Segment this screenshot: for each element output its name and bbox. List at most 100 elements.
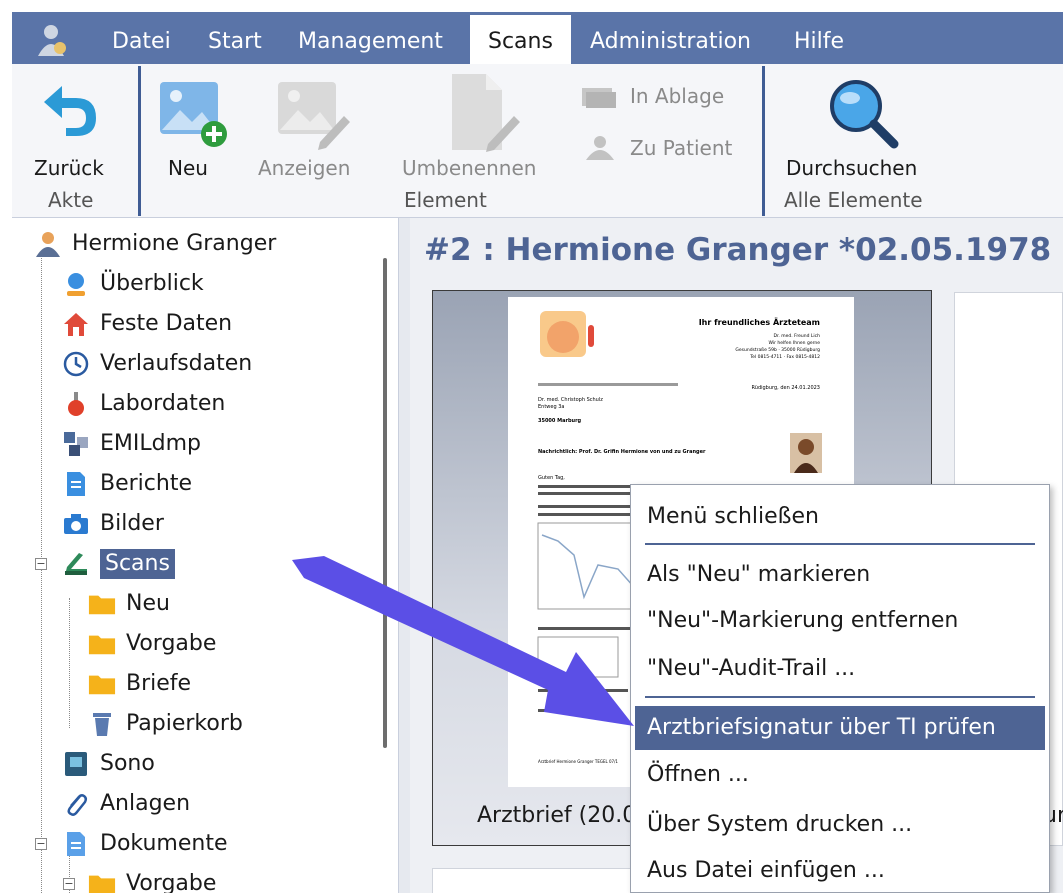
open-item[interactable]: Öffnen ...	[635, 753, 1045, 797]
to-storage-label: In Ablage	[630, 84, 725, 108]
tree-item-label: Sono	[100, 751, 155, 776]
search-label: Durchsuchen	[786, 156, 918, 180]
tree-item-label: Vorgabe	[126, 631, 217, 656]
mark-new-item[interactable]: Als "Neu" markieren	[635, 553, 1045, 597]
thumbnail-caption: Arztbrief (20.0	[477, 803, 637, 828]
ribbon-toolbar: Zurück Akte Neu Anzeigen Umbenennen Elem…	[12, 64, 1063, 218]
new-audit-trail-item[interactable]: "Neu"-Audit-Trail ...	[635, 647, 1045, 691]
tree-item-papierkorb[interactable]: Papierkorb	[88, 706, 243, 742]
patient-title: #2 : Hermione Granger *02.05.1978 (4	[424, 232, 1063, 268]
tree-guide	[41, 252, 42, 893]
menu-start[interactable]: Start	[208, 28, 262, 56]
tree-item-berichte[interactable]: Berichte	[62, 466, 192, 502]
tree-item-bilder[interactable]: Bilder	[62, 506, 164, 542]
ribbon-separator	[762, 66, 765, 216]
tree-item-label: Neu	[126, 591, 170, 616]
insert-from-file-item[interactable]: Aus Datei einfügen ...	[635, 849, 1045, 893]
house-icon	[62, 310, 90, 338]
panel-splitter[interactable]	[398, 218, 410, 893]
menu-hilfe[interactable]: Hilfe	[794, 28, 844, 56]
to-patient-label: Zu Patient	[630, 136, 733, 160]
back-label: Zurück	[34, 156, 104, 180]
menu-close-item[interactable]: Menü schließen	[635, 495, 1045, 539]
menu-scans[interactable]: Scans	[470, 15, 571, 64]
tree-scrollbar[interactable]	[383, 258, 387, 748]
menu-separator	[645, 696, 1035, 698]
tree-item-label: Bilder	[100, 511, 164, 536]
doc-address-line: Dr. med. Freund Lich	[774, 333, 821, 339]
group-akte-label: Akte	[48, 188, 94, 212]
tree-item-scans-neu[interactable]: Neu	[88, 586, 170, 622]
folder-icon	[88, 670, 116, 698]
doc-footer: Arztbrief Hermione Granger TEGEL 07/1	[538, 759, 618, 764]
tree-item-ueberblick[interactable]: Überblick	[62, 266, 204, 302]
collapse-dokumente-toggle[interactable]: −	[35, 838, 47, 850]
tree-item-feste-daten[interactable]: Feste Daten	[62, 306, 232, 342]
tree-item-label: Briefe	[126, 671, 192, 696]
remove-new-mark-item[interactable]: "Neu"-Markierung entfernen	[635, 599, 1045, 643]
report-icon	[62, 470, 90, 498]
tree-item-dokumente[interactable]: Dokumente	[62, 826, 227, 862]
doc-address-line: Gesundstraße 59b · 35000 Rüdigburg	[735, 347, 820, 353]
folder-icon	[88, 630, 116, 658]
collapse-vorgabe-toggle[interactable]: −	[63, 878, 75, 890]
tree-guide	[69, 598, 70, 728]
doc-heading: Ihr freundliches Ärzteteam	[699, 317, 820, 327]
tree-patient-label: Hermione Granger	[72, 231, 277, 256]
context-menu: Menü schließen Als "Neu" markieren "Neu"…	[630, 484, 1050, 893]
tree-item-verlaufsdaten[interactable]: Verlaufsdaten	[62, 346, 252, 382]
tree-item-scans-briefe[interactable]: Briefe	[88, 666, 191, 702]
app-window: Datei Start Management Scans Administrat…	[0, 0, 1063, 893]
tree-item-label: Labordaten	[100, 391, 226, 416]
doc-address-line: Wir helfen Ihnen gerne	[769, 340, 821, 346]
check-signature-item[interactable]: Arztbriefsignatur über TI prüfen	[635, 706, 1045, 750]
navigation-tree: Hermione Granger Überblick Feste Daten V…	[12, 218, 398, 893]
tree-item-label: Überblick	[100, 271, 204, 296]
group-all-label: Alle Elemente	[784, 188, 923, 212]
doc-recipient-line: Entweg 3a	[538, 404, 564, 410]
tree-item-sono[interactable]: Sono	[62, 746, 155, 782]
trash-icon	[88, 710, 116, 738]
overview-icon	[62, 270, 90, 298]
app-logo-icon[interactable]	[32, 22, 70, 58]
show-image-icon	[278, 82, 350, 150]
tree-item-scans[interactable]: Scans	[62, 546, 175, 582]
patient-icon	[586, 136, 614, 160]
scanner-icon	[62, 550, 90, 578]
menu-administration[interactable]: Administration	[590, 28, 751, 56]
menu-management[interactable]: Management	[298, 28, 443, 56]
tree-item-label: Scans	[100, 549, 175, 579]
tree-item-anlagen[interactable]: Anlagen	[62, 786, 190, 822]
tree-item-label: Berichte	[100, 471, 192, 496]
tree-item-emildmp[interactable]: EMILdmp	[62, 426, 201, 462]
tree-patient[interactable]: Hermione Granger	[34, 226, 276, 262]
tree-item-label: Dokumente	[100, 831, 228, 856]
tree-item-label: Anlagen	[100, 791, 191, 816]
sono-icon	[62, 750, 90, 778]
tree-item-dokumente-vorgabe[interactable]: Vorgabe	[88, 866, 216, 893]
folder-icon	[88, 590, 116, 618]
doc-recipient-line: 35000 Marburg	[538, 418, 582, 424]
patient-icon	[34, 230, 62, 258]
tree-item-labordaten[interactable]: Labordaten	[62, 386, 225, 422]
ribbon-separator	[138, 66, 141, 216]
new-label: Neu	[168, 156, 208, 180]
document-icon	[62, 830, 90, 858]
tree-item-label: Papierkorb	[126, 711, 243, 736]
doc-subject: Nachrichtlich: Prof. Dr. Grifin Hermione…	[538, 449, 706, 455]
paperclip-icon	[62, 790, 90, 818]
flask-icon	[62, 390, 90, 418]
tree-item-label: Verlaufsdaten	[100, 351, 253, 376]
rename-label: Umbenennen	[402, 156, 537, 180]
doc-date: Rüdigburg, den 24.01.2023	[752, 385, 820, 391]
menu-bar: Datei Start Management Scans Administrat…	[12, 12, 1063, 64]
group-element-label: Element	[404, 188, 487, 212]
show-label: Anzeigen	[258, 156, 351, 180]
collapse-scans-toggle[interactable]: −	[35, 558, 47, 570]
menu-datei[interactable]: Datei	[112, 28, 171, 56]
dmp-icon	[62, 430, 90, 458]
storage-icon	[582, 88, 616, 108]
new-image-icon	[160, 82, 227, 147]
print-item[interactable]: Über System drucken ...	[635, 803, 1045, 847]
tree-item-scans-vorgabe[interactable]: Vorgabe	[88, 626, 216, 662]
